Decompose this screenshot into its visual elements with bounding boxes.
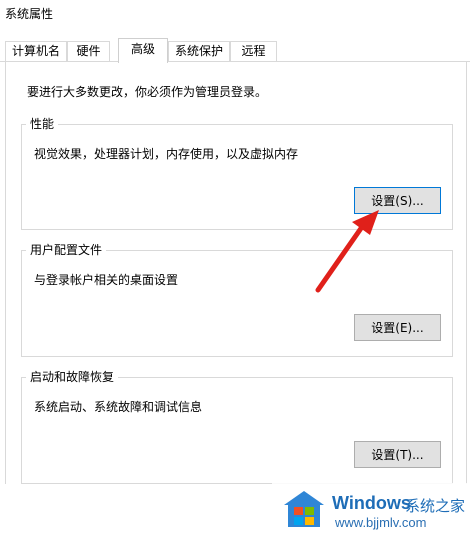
watermark-url: www.bjjmlv.com <box>335 515 427 530</box>
tab-system-protection[interactable]: 系统保护 <box>168 41 230 62</box>
window-title: 系统属性 <box>5 7 54 21</box>
tab-divider <box>0 61 470 62</box>
tab-strip: 计算机名 硬件 高级 系统保护 远程 <box>0 38 470 63</box>
tab-remote[interactable]: 远程 <box>230 41 277 62</box>
tab-advanced[interactable]: 高级 <box>118 38 168 63</box>
title-bar: 系统属性 <box>0 0 470 28</box>
startup-recovery-settings-button[interactable]: 设置(T)... <box>354 441 441 468</box>
startup-recovery-title: 启动和故障恢复 <box>26 369 119 385</box>
performance-description: 视觉效果，处理器计划，内存使用，以及虚拟内存 <box>34 147 299 161</box>
tab-hardware[interactable]: 硬件 <box>67 41 110 62</box>
performance-settings-button[interactable]: 设置(S)... <box>354 187 441 214</box>
user-profiles-description: 与登录帐户相关的桌面设置 <box>34 273 179 287</box>
tab-computer-name[interactable]: 计算机名 <box>5 41 67 62</box>
admin-notice: 要进行大多数更改，你必须作为管理员登录。 <box>27 85 268 99</box>
user-profiles-group: 用户配置文件 与登录帐户相关的桌面设置 设置(E)... <box>21 242 453 357</box>
startup-recovery-description: 系统启动、系统故障和调试信息 <box>34 400 203 414</box>
user-profiles-title: 用户配置文件 <box>26 242 107 258</box>
startup-recovery-group: 启动和故障恢复 系统启动、系统故障和调试信息 设置(T)... <box>21 369 453 484</box>
windows-logo-icon <box>284 491 324 527</box>
user-profiles-settings-button[interactable]: 设置(E)... <box>354 314 441 341</box>
watermark-brand-cn: 系统之家 <box>405 497 466 515</box>
performance-group: 性能 视觉效果，处理器计划，内存使用，以及虚拟内存 设置(S)... <box>21 116 453 230</box>
performance-title: 性能 <box>26 116 59 132</box>
watermark: Windows 系统之家 www.bjjmlv.com <box>272 483 470 536</box>
watermark-brand: Windows <box>332 493 411 513</box>
